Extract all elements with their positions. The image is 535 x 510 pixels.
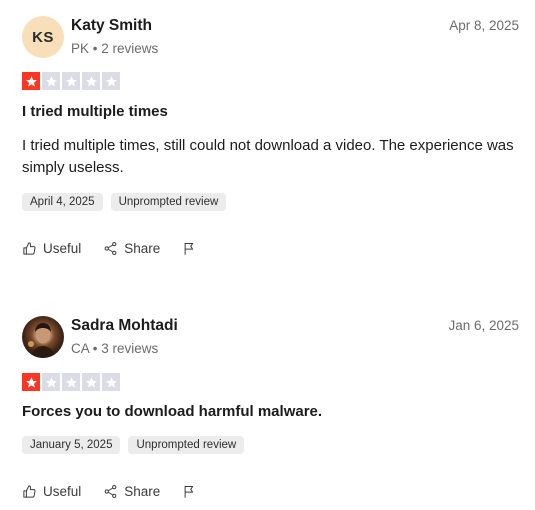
review-date: Jan 6, 2025 (448, 318, 519, 333)
share-label: Share (124, 484, 161, 499)
useful-button[interactable]: Useful (22, 241, 81, 256)
reviewer-name[interactable]: Katy Smith (71, 17, 152, 35)
thumbs-up-icon (23, 485, 36, 498)
review-date: Apr 8, 2025 (449, 18, 519, 33)
share-icon (104, 242, 117, 255)
reviewer-name[interactable]: Sadra Mohtadi (71, 317, 178, 335)
experience-date-tag: April 4, 2025 (22, 193, 103, 211)
star-icon (102, 373, 120, 391)
review-actions: Useful Share (22, 484, 197, 499)
flag-icon (184, 242, 194, 255)
reviewer-meta: CA • 3 reviews (71, 341, 159, 356)
share-label: Share (124, 241, 161, 256)
avatar-initials: KS (32, 28, 54, 46)
useful-button[interactable]: Useful (22, 484, 81, 499)
useful-label: Useful (43, 241, 82, 256)
star-icon (62, 373, 80, 391)
star-icon (42, 373, 60, 391)
star-icon (42, 72, 60, 90)
useful-label: Useful (43, 484, 82, 499)
review-title[interactable]: I tried multiple times (22, 103, 168, 120)
experience-date-tag: January 5, 2025 (22, 436, 121, 454)
share-button[interactable]: Share (103, 484, 160, 499)
avatar[interactable]: KS (22, 16, 64, 58)
share-icon (104, 485, 117, 498)
star-icon (22, 373, 40, 391)
reviewer-meta: PK • 2 reviews (71, 41, 159, 56)
review-body: I tried multiple times, still could not … (22, 137, 514, 176)
star-icon (102, 72, 120, 90)
avatar-photo (28, 323, 55, 358)
flag-icon (184, 485, 194, 498)
unprompted-review-tag[interactable]: Unprompted review (128, 436, 245, 454)
review-card: KS Katy Smith PK • 2 reviews Apr 8, 2025… (0, 0, 535, 280)
unprompted-review-tag[interactable]: Unprompted review (110, 193, 227, 211)
review-tags: April 4, 2025 Unprompted review (22, 193, 227, 211)
share-button[interactable]: Share (103, 241, 160, 256)
star-icon (82, 72, 100, 90)
star-icon (62, 72, 80, 90)
report-button[interactable] (182, 484, 197, 499)
thumbs-up-icon (23, 242, 36, 255)
avatar[interactable] (22, 316, 64, 358)
review-actions: Useful Share (22, 241, 197, 256)
report-button[interactable] (182, 241, 197, 256)
star-rating (22, 72, 120, 90)
star-rating (22, 373, 120, 391)
star-icon (22, 72, 40, 90)
review-card: Sadra Mohtadi CA • 3 reviews Jan 6, 2025… (0, 300, 535, 510)
star-icon (82, 373, 100, 391)
review-title[interactable]: Forces you to download harmful malware. (22, 403, 322, 420)
review-tags: January 5, 2025 Unprompted review (22, 436, 245, 454)
